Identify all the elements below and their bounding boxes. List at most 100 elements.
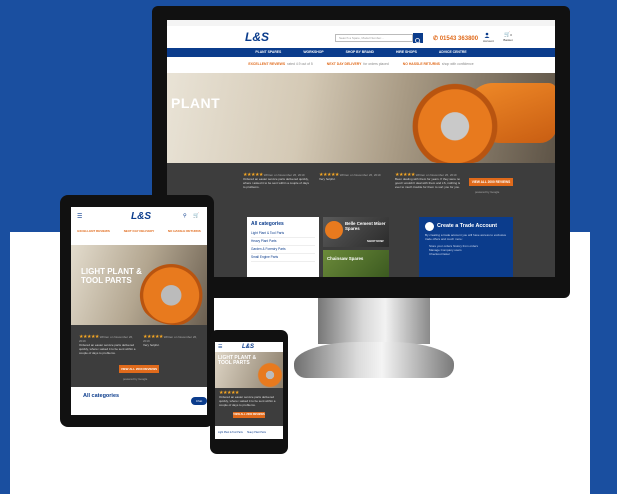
review-card: ★★★★★ Written on November 26, 2019 Order…	[79, 335, 139, 356]
review-text: Been dealing with them for years. If the…	[395, 177, 461, 189]
background-frame-left	[0, 232, 10, 494]
basket-link[interactable]: 🛒0 Basket	[503, 32, 513, 44]
phone-number[interactable]: ✆ 01543 363800	[433, 35, 478, 42]
review-card: ★★★★★ Ordered an easier service parts de…	[219, 391, 279, 408]
search-icon[interactable]: ⚲	[183, 213, 187, 219]
nav-item-hire-shops[interactable]: HIRE SHOPS	[396, 48, 417, 57]
mixer-image	[325, 221, 343, 239]
promo-tile-title: Chainsaw Spares	[327, 256, 364, 261]
review-text: Ordered an easier service parts delivere…	[219, 395, 276, 407]
usp-reviews: EXCELLENT REVIEWS rated 4.9 out of 5	[248, 62, 312, 73]
basket-count: 0	[510, 33, 512, 37]
nav-item-plant-spares[interactable]: PLANT SPARES	[255, 48, 281, 57]
trade-title: Create a Trade Account	[437, 223, 498, 229]
review-card: ★★★★★ Written on November 26, 2019 Been …	[395, 173, 463, 190]
phone-category-links: Light Plant & Tool Parts Heavy Plant Par…	[215, 426, 283, 439]
search-input[interactable]: Search a Spare, Model Number...	[335, 34, 413, 42]
view-all-reviews-button[interactable]: VIEW ALL 2000 REVIEWS	[233, 412, 265, 418]
promo-tile-cement-mixer[interactable]: Belle Cement Mixer Spares SHOP NOW	[323, 217, 389, 247]
review-card: ★★★★★ Written on November 26, 2019 Order…	[243, 173, 311, 190]
usp-delivery-sub: for orders placed	[363, 62, 389, 66]
hero-banner[interactable]: LIGHT PLANT & TOOL PARTS	[71, 245, 207, 325]
review-text: Very helpful.	[143, 343, 160, 347]
reviews-section: ★★★★★ Written on November 26, 2019 Order…	[167, 163, 555, 213]
category-link[interactable]: Small Engine Parts	[251, 254, 315, 262]
trade-text: By creating a trade account you will hav…	[425, 233, 507, 241]
reviews-section: ★★★★★ Ordered an easier service parts de…	[215, 388, 283, 426]
category-link[interactable]: Heavy Plant Parts	[247, 431, 266, 434]
reviews-section: ★★★★★ Written on November 26, 2019 Order…	[71, 325, 207, 387]
nav-item-advice-centre[interactable]: ADVICE CENTRE	[439, 48, 467, 57]
tablet-screen: ☰ L&S ⚲ 🛒 EXCELLENT REVIEWS NEXT DAY DEL…	[71, 207, 207, 415]
category-link[interactable]: Garden & Forestry Parts	[251, 246, 315, 254]
site-logo[interactable]: L&S	[242, 344, 254, 350]
review-date: Written on November 26, 2019	[339, 173, 381, 177]
trade-account-panel[interactable]: Create a Trade Account By creating a tra…	[419, 217, 513, 277]
account-label: Account	[483, 39, 494, 43]
promo-tile-title: Belle Cement Mixer Spares	[345, 221, 386, 231]
review-card: ★★★★★ Written on November 26, 2019 Very …	[143, 335, 203, 348]
search-icon	[415, 38, 421, 44]
desktop-screen: L&S Search a Spare, Model Number... ✆ 01…	[167, 20, 555, 277]
hero-banner[interactable]: LIGHT PLANT & TOOL PARTS	[215, 352, 283, 388]
nav-item-workshop[interactable]: WORKSHOP	[303, 48, 323, 57]
cart-icon[interactable]: 🛒	[193, 213, 199, 219]
site-logo[interactable]: L&S	[131, 211, 151, 222]
trade-benefits: Store your orders history from orders Ma…	[425, 244, 507, 257]
trade-benefit: Checkout faster	[429, 252, 451, 257]
hero-banner[interactable]: PLANT	[167, 73, 555, 163]
hero-title: LIGHT PLANT & TOOL PARTS	[218, 355, 257, 367]
powered-by-google: powered by Google	[475, 190, 500, 194]
view-all-reviews-button[interactable]: VIEW ALL 2000 REVIEWS	[119, 365, 159, 373]
phone-screen: ☰ L&S LIGHT PLANT & TOOL PARTS ★★★★★ Ord…	[215, 342, 283, 439]
review-card: ★★★★★ Written on November 26, 2019 Very …	[319, 173, 387, 182]
view-all-reviews-button[interactable]: VIEW ALL 2000 REVIEWS	[469, 178, 513, 186]
promo-tile-chainsaw[interactable]: Chainsaw Spares	[323, 250, 389, 277]
usp-returns-sub: shop with confidence	[441, 62, 474, 66]
review-text: Ordered an easier service parts delivere…	[79, 343, 136, 355]
hero-title: LIGHT PLANT & TOOL PARTS	[81, 267, 142, 285]
monitor-stand-base	[294, 342, 454, 378]
usp-item: EXCELLENT REVIEWS	[77, 229, 110, 233]
shop-now-button[interactable]: SHOP NOW	[367, 239, 384, 243]
chat-button[interactable]: Chat	[191, 397, 207, 405]
category-link[interactable]: Light Plant & Tool Parts	[251, 230, 315, 238]
hero-title: PLANT	[171, 95, 221, 111]
usp-bar: EXCELLENT REVIEWS rated 4.9 out of 5 NEXT…	[167, 57, 555, 73]
categories-panel: All categories	[79, 389, 199, 415]
usp-returns: NO HASSLE RETURNS shop with confidence	[403, 62, 474, 73]
background-frame-right	[590, 232, 617, 494]
phone-icon: ✆	[433, 36, 440, 42]
categories-panel: All categories Light Plant & Tool Parts …	[247, 217, 319, 277]
user-icon	[484, 32, 490, 38]
site-logo[interactable]: L&S	[245, 30, 269, 44]
review-text: Very helpful.	[319, 177, 336, 181]
usp-reviews-sub: rated 4.9 out of 5	[287, 62, 313, 66]
category-link[interactable]: Light Plant & Tool Parts	[218, 431, 243, 434]
basket-label: Basket	[503, 38, 513, 42]
phone-circle-icon	[425, 222, 434, 231]
review-text: Ordered an easier service parts delivere…	[243, 177, 310, 189]
nav-item-shop-by-brand[interactable]: SHOP BY BRAND	[346, 48, 374, 57]
usp-delivery-title: NEXT DAY DELIVERY	[326, 62, 362, 66]
category-link[interactable]: Heavy Plant Parts	[251, 238, 315, 246]
saw-blade-image	[395, 79, 515, 163]
lower-section: All categories Light Plant & Tool Parts …	[167, 213, 555, 277]
site-header: L&S Search a Spare, Model Number... ✆ 01…	[167, 26, 555, 48]
usp-item: NEXT DAY DELIVERY	[123, 229, 155, 233]
categories-title: All categories	[251, 221, 284, 227]
usp-returns-title: NO HASSLE RETURNS	[402, 62, 440, 66]
categories-title: All categories	[83, 393, 120, 399]
search-button[interactable]	[413, 33, 423, 44]
phone-text: 01543 363800	[439, 36, 479, 42]
menu-icon[interactable]: ☰	[218, 344, 222, 350]
usp-bar: EXCELLENT REVIEWS NEXT DAY DELIVERY NO H…	[71, 227, 207, 243]
powered-by-google: powered by Google	[123, 377, 148, 381]
usp-delivery: NEXT DAY DELIVERY for orders placed	[327, 62, 389, 73]
main-nav: PLANT SPARES WORKSHOP SHOP BY BRAND HIRE…	[167, 48, 555, 57]
usp-item: NO HASSLE RETURNS	[167, 229, 201, 233]
usp-reviews-title: EXCELLENT REVIEWS	[248, 62, 286, 66]
menu-icon[interactable]: ☰	[77, 213, 82, 220]
monitor-stand-neck	[318, 298, 430, 344]
account-link[interactable]: Account	[483, 32, 494, 44]
